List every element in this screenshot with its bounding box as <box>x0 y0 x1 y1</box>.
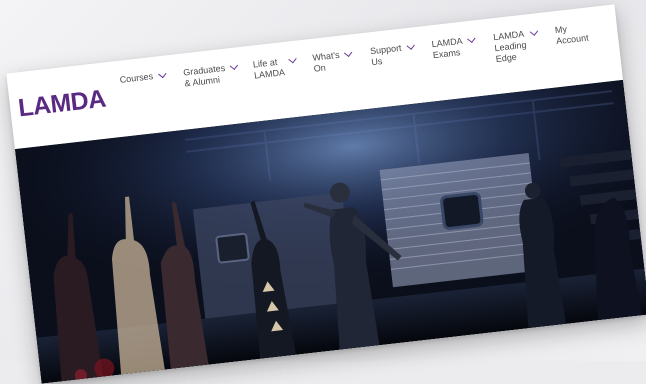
nav-item-label: LAMDA Exams <box>431 35 464 61</box>
chevron-down-icon <box>288 54 297 64</box>
chevron-down-icon <box>529 27 539 36</box>
nav-item-lamda-exams[interactable]: LAMDA Exams <box>431 32 496 72</box>
chevron-down-icon <box>344 48 353 58</box>
nav-item-whats-on[interactable]: What's On <box>312 46 373 85</box>
nav-item-graduates-alumni[interactable]: Graduates & Alumni <box>183 60 256 101</box>
nav-item-label: Courses <box>119 71 154 85</box>
nav-item-label: Life at LAMDA <box>252 56 286 81</box>
nav-item-lamda-leading-edge[interactable]: LAMDA Leading Edge <box>493 25 558 65</box>
chevron-down-icon <box>406 41 415 50</box>
nav-item-label: My Account <box>554 23 590 47</box>
nav-item-my-account[interactable]: My Account <box>554 20 601 58</box>
nav-item-support-us[interactable]: Support Us <box>370 39 435 79</box>
chevron-down-icon <box>467 34 476 43</box>
nav-item-label: LAMDA Leading Edge <box>492 28 527 65</box>
chevron-down-icon <box>229 61 239 71</box>
chevron-down-icon <box>157 69 167 79</box>
lamda-logo[interactable]: LAMDA <box>17 85 107 124</box>
nav-item-label: What's On <box>311 49 341 74</box>
nav-item-life-at-lamda[interactable]: Life at LAMDA <box>252 53 315 93</box>
nav-item-courses[interactable]: Courses <box>119 68 186 108</box>
nav-item-label: Support Us <box>369 42 403 68</box>
nav-item-label: Graduates & Alumni <box>182 62 226 89</box>
